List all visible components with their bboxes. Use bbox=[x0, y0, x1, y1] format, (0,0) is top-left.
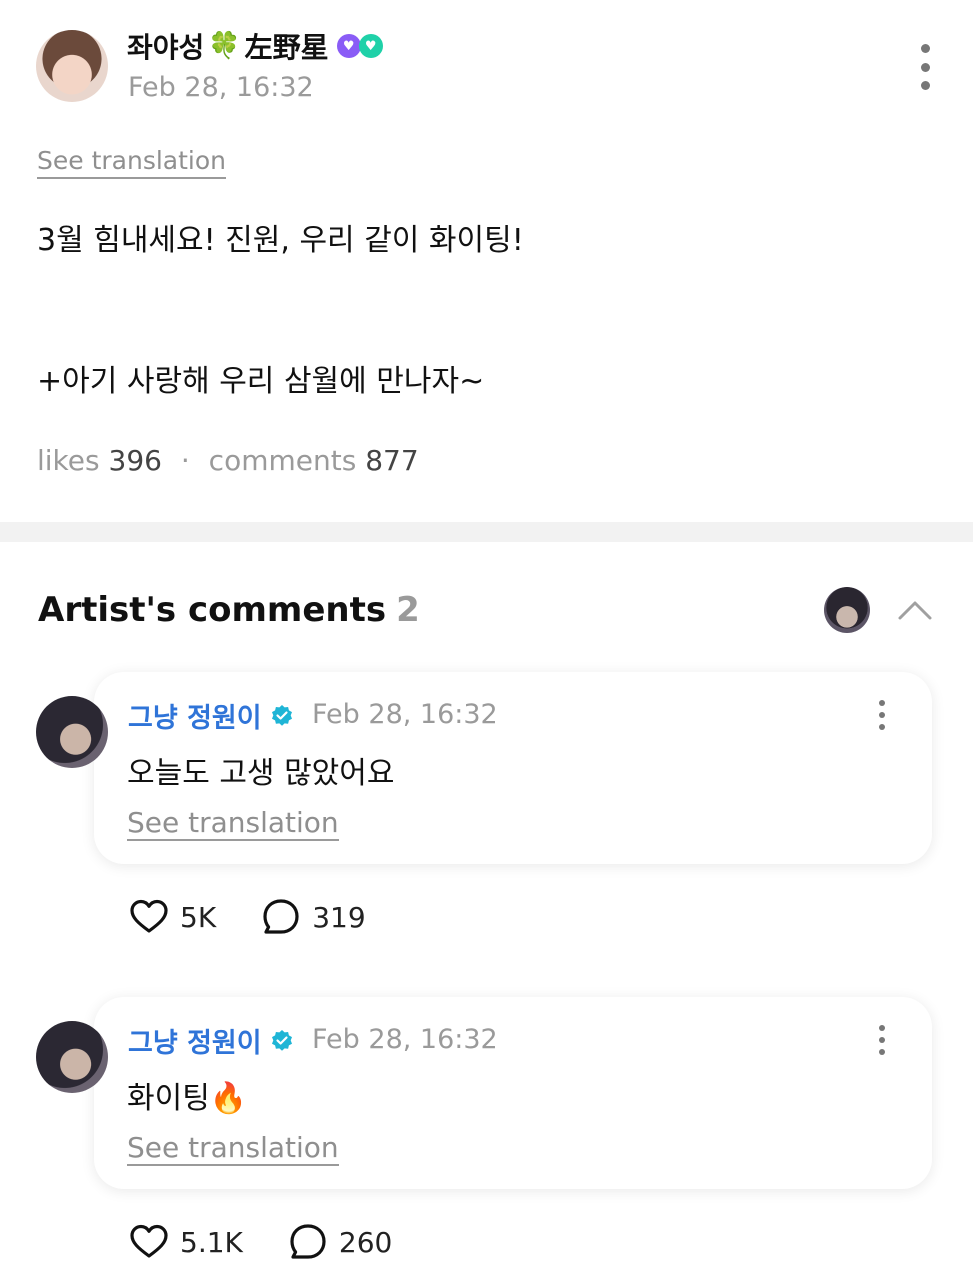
verified-icon bbox=[271, 704, 292, 726]
heart-badge-icon-2: ♥ bbox=[358, 34, 383, 58]
reply-count: 319 bbox=[312, 900, 366, 934]
post-date: Feb 28, 16:32 bbox=[128, 72, 314, 103]
chevron-up-icon[interactable] bbox=[896, 594, 934, 624]
comments-count[interactable]: 877 bbox=[365, 444, 418, 477]
like-button[interactable]: 5K bbox=[128, 896, 216, 938]
more-vertical-icon[interactable] bbox=[876, 700, 888, 730]
comment-card: 그냥 정원이 Feb 28, 16:32 오늘도 고생 많았어요 See tra… bbox=[94, 672, 932, 864]
post-body-line-2: +아기 사랑해 우리 삼월에 만나자~ bbox=[37, 364, 485, 399]
author-avatar[interactable] bbox=[36, 30, 108, 102]
comment-date: Feb 28, 16:32 bbox=[312, 1024, 498, 1055]
reply-button[interactable]: 319 bbox=[260, 896, 366, 938]
author-name-hanja: 左野星 bbox=[244, 31, 329, 64]
reply-count: 260 bbox=[338, 1225, 393, 1259]
commenter-name[interactable]: 그냥 정원이 bbox=[128, 1021, 294, 1060]
commenter-name-text: 그냥 정원이 bbox=[128, 703, 262, 734]
comment-bubble-icon bbox=[263, 899, 299, 934]
comment-bubble-icon bbox=[290, 1224, 326, 1259]
like-button[interactable]: 5.1K bbox=[128, 1221, 243, 1263]
see-translation-link[interactable]: See translation bbox=[127, 806, 339, 841]
author-name[interactable]: 좌야성 🍀 左野星 ♥ ♥ bbox=[127, 26, 383, 66]
post: 좌야성 🍀 左野星 ♥ ♥ Feb 28, 16:32 See translat… bbox=[0, 0, 973, 522]
heart-icon bbox=[130, 1224, 168, 1258]
comment-text: 화이팅🔥 bbox=[127, 1081, 248, 1116]
comment-actions: 5K 319 bbox=[128, 896, 410, 938]
membership-badges: ♥ ♥ bbox=[336, 34, 383, 58]
clover-icon: 🍀 bbox=[208, 31, 241, 61]
stats-separator: · bbox=[180, 444, 190, 477]
comment-actions: 5.1K 260 bbox=[128, 1221, 436, 1263]
post-stats: likes 396 · comments 877 bbox=[37, 444, 419, 477]
more-vertical-icon[interactable] bbox=[876, 1025, 888, 1055]
comments-label[interactable]: comments bbox=[209, 444, 357, 477]
commenter-avatar[interactable] bbox=[36, 1021, 108, 1093]
more-vertical-icon[interactable] bbox=[914, 44, 936, 90]
like-count: 5K bbox=[180, 900, 217, 934]
author-name-korean: 좌야성 bbox=[127, 31, 205, 64]
commenter-name[interactable]: 그냥 정원이 bbox=[128, 696, 294, 735]
see-translation-link[interactable]: See translation bbox=[37, 146, 227, 179]
artist-comments-title: Artist's comments 2 bbox=[38, 590, 420, 630]
verified-icon bbox=[271, 1029, 292, 1051]
comment-card: 그냥 정원이 Feb 28, 16:32 화이팅🔥 See translatio… bbox=[94, 997, 932, 1189]
artist-comments-count: 2 bbox=[396, 590, 420, 630]
comment-date: Feb 28, 16:32 bbox=[312, 699, 498, 730]
likes-label: likes bbox=[37, 444, 100, 477]
commenter-avatar[interactable] bbox=[36, 696, 108, 768]
heart-badge-icon: ♥ bbox=[336, 34, 361, 58]
section-divider bbox=[0, 522, 973, 542]
like-count: 5.1K bbox=[180, 1225, 243, 1259]
likes-count: 396 bbox=[108, 444, 162, 477]
commenter-name-text: 그냥 정원이 bbox=[128, 1028, 262, 1059]
artist-comments-label: Artist's comments bbox=[38, 590, 387, 630]
artist-avatar[interactable] bbox=[824, 587, 870, 633]
comment-text: 오늘도 고생 많았어요 bbox=[127, 756, 395, 791]
post-body-line-1: 3월 힘내세요! 진원, 우리 같이 화이팅! bbox=[37, 223, 524, 258]
reply-button[interactable]: 260 bbox=[287, 1221, 392, 1263]
heart-icon bbox=[130, 899, 168, 933]
see-translation-link[interactable]: See translation bbox=[127, 1131, 339, 1166]
